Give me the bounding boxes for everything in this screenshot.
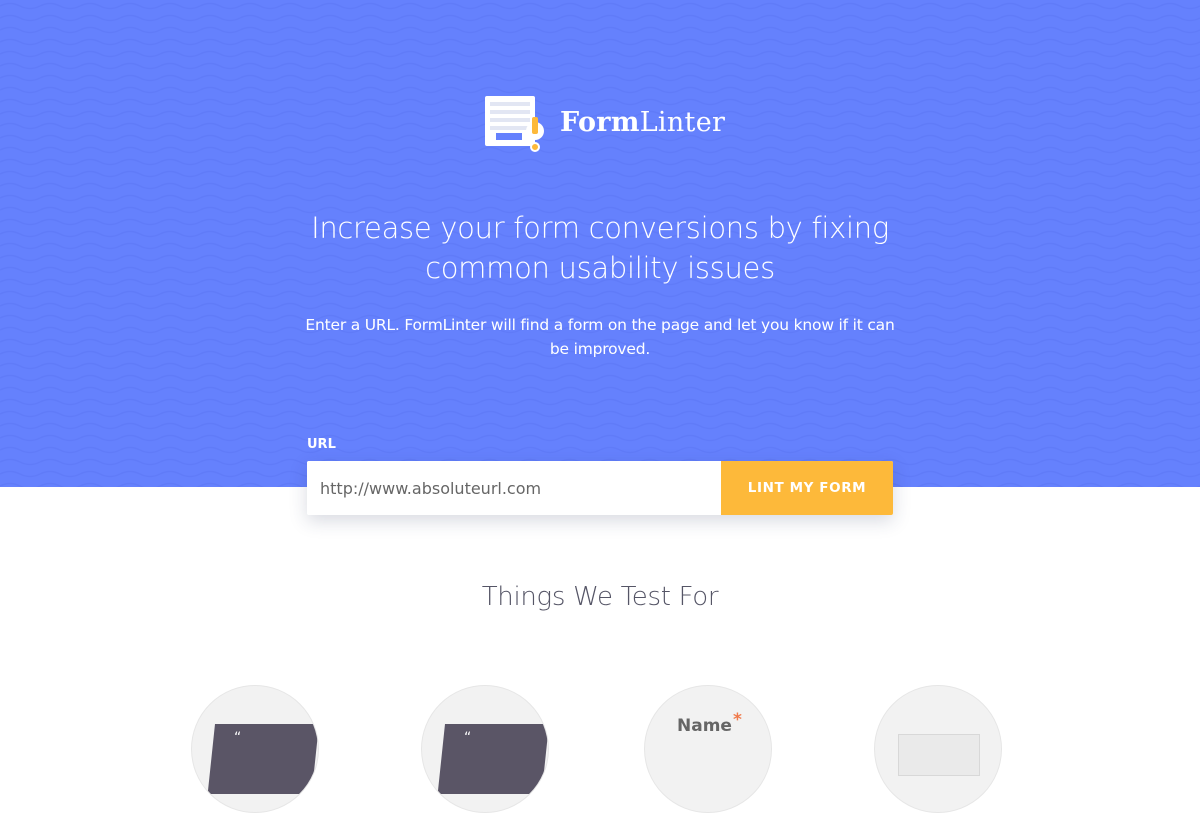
dark-preview-card: [437, 724, 548, 794]
brand-name-part2: Linter: [639, 107, 726, 138]
url-input[interactable]: [307, 461, 721, 515]
brand-name: FormLinter: [560, 107, 725, 138]
preview-quote-text: “: [464, 730, 472, 746]
test-item-circle: [874, 685, 1002, 813]
hero-section: FormLinter Increase your form conversion…: [0, 0, 1200, 487]
preview-quote-text: “: [234, 730, 242, 746]
form-alert-logo-icon: [485, 96, 544, 152]
preview-input-box: [898, 734, 980, 776]
brand[interactable]: FormLinter: [484, 95, 725, 155]
hero-headline: Increase your form conversions by fixing…: [300, 208, 900, 288]
headline-line-2: common usability issues: [425, 251, 775, 285]
test-item-circle: Name*: [644, 685, 772, 813]
required-star-icon: *: [732, 710, 742, 730]
test-item-circle: “: [191, 685, 319, 813]
lint-form: LINT MY FORM: [307, 461, 893, 515]
brand-name-part1: Form: [560, 107, 640, 138]
hero-subline: Enter a URL. FormLinter will find a form…: [305, 316, 895, 358]
headline-line-1: Increase your form conversions by fixing: [311, 211, 889, 245]
lint-my-form-button[interactable]: LINT MY FORM: [721, 461, 893, 515]
dark-preview-card: [207, 724, 318, 794]
preview-name-label: Name*: [677, 710, 742, 736]
test-item-circle: “: [421, 685, 549, 813]
name-label-text: Name: [677, 716, 732, 736]
tests-section-title: Things We Test For: [481, 582, 719, 612]
url-label: URL: [307, 437, 336, 452]
